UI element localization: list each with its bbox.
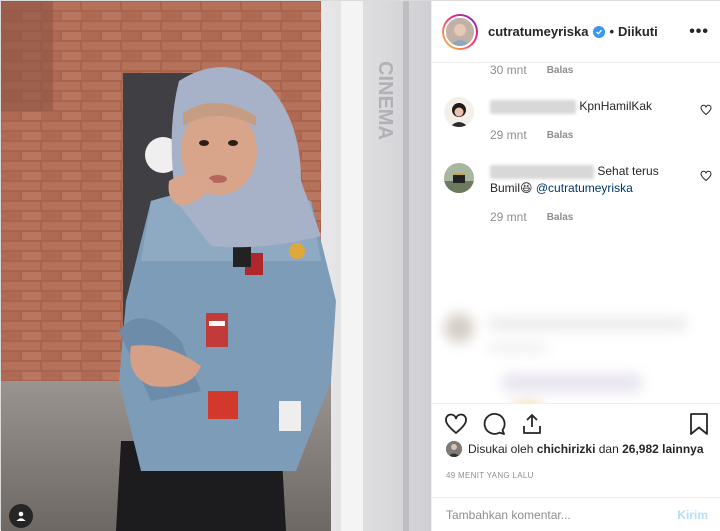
comment-like-heart-icon[interactable] — [700, 169, 712, 187]
comment-time: 29 mnt — [490, 128, 527, 142]
mention-link[interactable]: @cutratumeyriska — [536, 181, 633, 195]
comment-text: Sehat terus — [597, 164, 659, 178]
comments-list: 30 mnt Balas KpnHamilKak 29 mnt Balas Se… — [432, 63, 720, 403]
blurred-username — [490, 164, 594, 179]
comment-meta: 30 mnt Balas — [490, 63, 573, 77]
post-comment-button[interactable]: Kirim — [677, 508, 708, 522]
more-options-button[interactable]: ••• — [689, 23, 709, 41]
reply-button[interactable]: Balas — [547, 65, 574, 76]
laughing-emoji: 😆 — [520, 181, 533, 195]
comment-meta: 29 mnt Balas — [490, 209, 712, 226]
bookmark-icon — [690, 412, 708, 435]
reply-button[interactable]: Balas — [547, 127, 574, 144]
post-timestamp: 49 MENIT YANG LALU — [446, 471, 534, 480]
verified-icon — [593, 25, 606, 38]
comment-button[interactable] — [482, 412, 506, 436]
comment-icon — [483, 412, 506, 435]
likes-prefix: Disukai oleh — [468, 442, 534, 456]
avatar — [446, 441, 462, 457]
comment-input[interactable] — [446, 507, 678, 522]
instagram-post-window: CINEMA cutratumeyriska • Diikuti ••• 30 … — [0, 0, 720, 531]
comment-time: 30 mnt — [490, 63, 527, 77]
user-tag-icon — [16, 511, 26, 521]
svg-text:CINEMA: CINEMA — [374, 61, 396, 140]
blurred-comments-area — [432, 303, 720, 403]
avatar — [444, 15, 476, 48]
comment-text: KpnHamilKak — [579, 99, 653, 113]
follow-status-button[interactable]: Diikuti — [618, 24, 658, 39]
avatar[interactable] — [444, 163, 474, 193]
like-button[interactable] — [444, 412, 468, 436]
post-header: cutratumeyriska • Diikuti ••• — [432, 1, 720, 63]
comment-item: Sehat terus Bumil😆 @cutratumeyriska 29 m… — [444, 163, 712, 226]
likes-count-link[interactable]: 26,982 lainnya — [622, 442, 703, 456]
share-button[interactable] — [520, 412, 544, 436]
post-photo[interactable]: CINEMA — [1, 1, 431, 531]
post-side-panel: cutratumeyriska • Diikuti ••• 30 mnt Bal… — [431, 1, 720, 531]
comment-like-heart-icon[interactable] — [700, 103, 712, 121]
liked-by-user-link[interactable]: chichirizki — [537, 442, 596, 456]
comment-meta: 29 mnt Balas — [490, 127, 712, 144]
comment-time: 29 mnt — [490, 210, 527, 224]
comment-body: KpnHamilKak 29 mnt Balas — [490, 97, 712, 144]
user-tag-button[interactable] — [9, 504, 33, 528]
header-separator: • — [609, 24, 615, 39]
post-username[interactable]: cutratumeyriska — [488, 24, 588, 39]
avatar[interactable] — [444, 97, 474, 127]
comment-body: Sehat terus Bumil😆 @cutratumeyriska 29 m… — [490, 163, 712, 226]
comment-text-line2: Bumil — [490, 181, 521, 195]
save-button[interactable] — [688, 412, 710, 436]
reply-button[interactable]: Balas — [547, 209, 574, 226]
add-comment-bar: Kirim — [432, 497, 720, 531]
comment-item: KpnHamilKak 29 mnt Balas — [444, 97, 712, 144]
post-actions-bar — [432, 403, 720, 443]
likes-middle: dan — [598, 442, 619, 456]
photo-illustration: CINEMA — [1, 1, 431, 531]
blurred-username — [490, 99, 576, 114]
likes-summary: Disukai oleh chichirizki dan 26,982 lain… — [446, 441, 704, 457]
heart-icon — [445, 413, 467, 434]
share-icon — [523, 413, 541, 434]
profile-avatar-ring[interactable] — [442, 13, 478, 50]
